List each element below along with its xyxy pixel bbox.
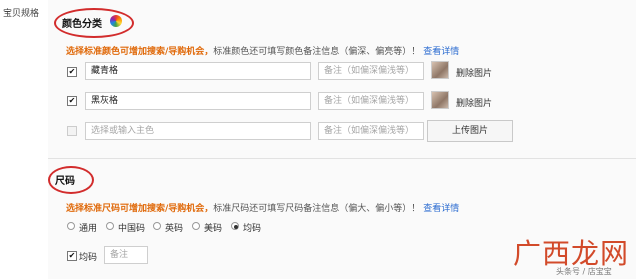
color-new-row-checkbox[interactable] [67, 126, 77, 136]
size-option-label-3[interactable]: 英码 [165, 221, 183, 234]
color-hint-strong: 选择标准颜色可增加搜索/导购机会， [66, 47, 214, 57]
spec-label: 宝贝规格 [3, 9, 40, 19]
color-row-1-note-field[interactable]: 备注（如偏深偏浅等） [318, 62, 424, 80]
section-divider [48, 158, 636, 159]
upload-image-button[interactable]: 上传图片 [427, 120, 513, 142]
size-hint-text: 标准尺码还可填写尺码备注信息（偏大、偏小等）！ [213, 204, 421, 214]
size-row-label: 均码 [79, 253, 98, 263]
color-hint: 选择标准颜色可增加搜索/导购机会，标准颜色还可填写颜色备注信息（偏深、偏亮等）！… [66, 44, 459, 57]
color-section-title: 颜色分类 [62, 19, 102, 30]
color-wheel-icon [110, 15, 122, 27]
size-option-radio-5[interactable] [231, 222, 239, 230]
size-hint: 选择标准尺码可增加搜索/导购机会，标准尺码还可填写尺码备注信息（偏大、偏小等）！… [66, 201, 459, 214]
color-row-1-thumbnail[interactable] [431, 61, 449, 79]
size-option-label-4[interactable]: 美码 [204, 221, 222, 234]
size-option-label-5[interactable]: 均码 [243, 221, 261, 234]
color-row-1-checkbox[interactable]: ✔ [67, 67, 77, 77]
color-new-name-field[interactable]: 选择或输入主色 [85, 122, 311, 140]
color-row-2-note-field[interactable]: 备注（如偏深偏浅等） [318, 92, 424, 110]
size-option-radio-4[interactable] [192, 222, 200, 230]
color-hint-text: 标准颜色还可填写颜色备注信息（偏深、偏亮等）！ [213, 47, 421, 57]
size-option-radio-1[interactable] [67, 222, 75, 230]
color-row-2-thumbnail[interactable] [431, 91, 449, 109]
watermark-sub-text: 头条号 / 店宝宝 [556, 267, 612, 276]
color-hint-link[interactable]: 查看详情 [423, 47, 459, 57]
color-row-1-delete-image[interactable]: 删除图片 [456, 66, 492, 79]
size-hint-strong: 选择标准尺码可增加搜索/导购机会， [66, 204, 214, 214]
size-option-label-1[interactable]: 通用 [79, 221, 97, 234]
size-row-checkbox[interactable]: ✔ [67, 251, 77, 261]
size-row-note-field[interactable]: 备注 [104, 246, 148, 264]
color-row-2-delete-image[interactable]: 删除图片 [456, 96, 492, 109]
size-option-radio-2[interactable] [106, 222, 114, 230]
color-row-2-name-field[interactable]: 黑灰格 [85, 92, 311, 110]
size-option-label-2[interactable]: 中国码 [118, 221, 145, 234]
size-hint-link[interactable]: 查看详情 [423, 204, 459, 214]
color-row-2-checkbox[interactable]: ✔ [67, 96, 77, 106]
size-option-radio-3[interactable] [153, 222, 161, 230]
color-row-1-name-field[interactable]: 藏青格 [85, 62, 311, 80]
color-new-note-field[interactable]: 备注（如偏深偏浅等） [318, 122, 424, 140]
size-section-title: 尺码 [55, 176, 75, 187]
